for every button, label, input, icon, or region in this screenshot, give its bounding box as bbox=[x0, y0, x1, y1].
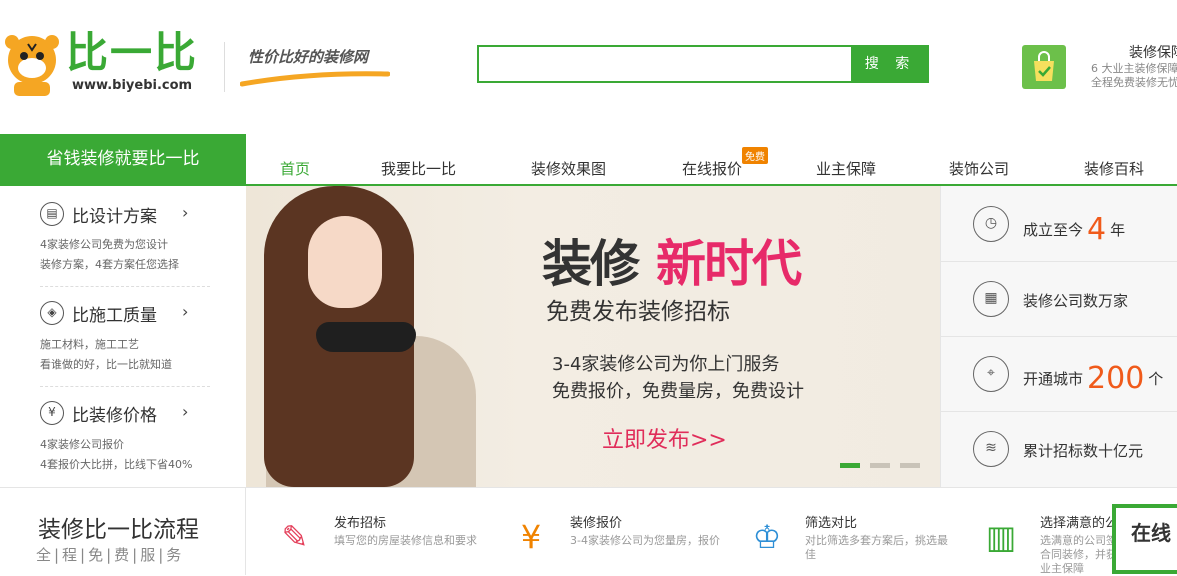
sidebar-desc-line: 看谁做的好，比一比就知道 bbox=[40, 358, 172, 371]
stat-text: 装修公司数万家 bbox=[1023, 292, 1129, 310]
process-subtitle: 全|程|免|费|服|务 bbox=[36, 546, 185, 564]
carousel-dot[interactable] bbox=[900, 463, 920, 468]
chevron-right-icon[interactable]: › bbox=[182, 402, 188, 421]
contract-icon: ▥ bbox=[985, 518, 1017, 556]
coins-icon: ≋ bbox=[973, 431, 1009, 467]
sidebar-item-quality[interactable]: 比施工质量 bbox=[72, 301, 157, 326]
sidebar-desc-line: 4套报价大比拼，比线下省40% bbox=[40, 458, 193, 471]
logo-url[interactable]: www.biyebi.com bbox=[72, 78, 192, 93]
shopping-bag-icon[interactable] bbox=[1022, 45, 1066, 89]
step-desc: 填写您的房屋装修信息和要求 bbox=[334, 534, 477, 547]
stat-row: ▦ 装修公司数万家 bbox=[941, 262, 1177, 337]
nav-slogan-tab[interactable]: 省钱装修就要比一比 bbox=[0, 134, 246, 186]
separator bbox=[40, 286, 210, 287]
carousel-dot[interactable] bbox=[840, 463, 860, 468]
yen-icon: ¥ bbox=[40, 401, 64, 425]
stat-label: 开通城市 bbox=[1023, 370, 1084, 388]
nav-item-wiki[interactable]: 装修百科 bbox=[1084, 158, 1144, 179]
sidebar: ▤ 比设计方案 › 4家装修公司免费为您设计 装修方案，4套方案任您选择 ◈ 比… bbox=[0, 186, 246, 487]
stat-unit: 个 bbox=[1148, 370, 1164, 388]
divider bbox=[245, 488, 246, 575]
nav-item-protection[interactable]: 业主保障 bbox=[816, 158, 876, 179]
building-icon: ▦ bbox=[973, 281, 1009, 317]
banner-title-part2: 新时代 bbox=[656, 235, 802, 293]
search-button[interactable]: 搜 索 bbox=[851, 45, 929, 83]
tiger-logo-icon[interactable] bbox=[2, 30, 62, 98]
banner-line: 免费报价，免费量房，免费设计 bbox=[552, 381, 804, 402]
sidebar-desc-line: 施工材料，施工工艺 bbox=[40, 338, 139, 351]
divider bbox=[224, 42, 225, 92]
guarantee-line: 6 大业主装修保障 bbox=[1091, 62, 1177, 75]
clock-icon: ◷ bbox=[973, 206, 1009, 242]
free-badge: 免费 bbox=[742, 147, 768, 164]
nav-item-quote[interactable]: 在线报价 bbox=[682, 158, 742, 179]
guarantee-title[interactable]: 装修保障 bbox=[1129, 42, 1177, 62]
banner-line: 3-4家装修公司为你上门服务 bbox=[552, 354, 780, 375]
sidebar-desc-line: 4家装修公司免费为您设计 bbox=[40, 238, 168, 251]
publish-now-link[interactable]: 立即发布>> bbox=[602, 422, 727, 454]
location-icon: ⌖ bbox=[973, 356, 1009, 392]
nav-item-companies[interactable]: 装饰公司 bbox=[949, 158, 1009, 179]
quote-icon: ¥ bbox=[520, 518, 542, 556]
nav-item-home[interactable]: 首页 bbox=[280, 158, 310, 179]
stat-number: 200 bbox=[1087, 361, 1145, 396]
sidebar-desc-line: 4家装修公司报价 bbox=[40, 438, 124, 451]
banner-photo-collar bbox=[316, 322, 416, 352]
logo-text[interactable]: 比一比 bbox=[66, 30, 198, 76]
stat-text: 累计招标数十亿元 bbox=[1023, 442, 1144, 460]
stat-row: ⌖ 开通城市 200 个 bbox=[941, 337, 1177, 412]
nav-item-gallery[interactable]: 装修效果图 bbox=[531, 158, 606, 179]
stat-number: 4 bbox=[1087, 212, 1107, 247]
sidebar-desc: 4家装修公司报价 4套报价大比拼，比线下省40% bbox=[40, 435, 192, 475]
process-section: 装修比一比流程 全|程|免|费|服|务 ✎ 发布招标 填写您的房屋装修信息和要求… bbox=[0, 487, 1177, 575]
banner-subtitle: 免费发布装修招标 bbox=[546, 299, 730, 325]
carousel-dot[interactable] bbox=[870, 463, 890, 468]
stat-text: 成立至今 4 年 bbox=[1023, 212, 1125, 247]
banner-title-part1: 装修 bbox=[542, 235, 640, 293]
edit-icon: ✎ bbox=[281, 518, 309, 556]
chevron-right-icon[interactable]: › bbox=[182, 302, 188, 321]
search-input[interactable] bbox=[477, 45, 851, 83]
stat-row: ◷ 成立至今 4 年 bbox=[941, 186, 1177, 262]
chevron-right-icon[interactable]: › bbox=[182, 203, 188, 222]
banner-photo-face bbox=[308, 216, 382, 308]
stat-label: 成立至今 bbox=[1023, 221, 1084, 239]
sidebar-desc: 施工材料，施工工艺 看谁做的好，比一比就知道 bbox=[40, 335, 172, 375]
diamond-icon: ◈ bbox=[40, 301, 64, 325]
sidebar-desc: 4家装修公司免费为您设计 装修方案，4套方案任您选择 bbox=[40, 235, 179, 275]
step-desc: 选满意的公司签合同装修，并获业主保障 bbox=[1040, 534, 1117, 575]
step-desc: 3-4家装修公司为您量房，报价 bbox=[570, 534, 720, 547]
sidebar-desc-line: 装修方案，4套方案任您选择 bbox=[40, 258, 179, 271]
guarantee-line: 全程免费装修无忧 bbox=[1091, 76, 1177, 89]
main-nav: 省钱装修就要比一比 首页 我要比一比 装修效果图 在线报价 免费 业主保障 装饰… bbox=[0, 134, 1177, 186]
separator bbox=[40, 386, 210, 387]
nav-item-compare[interactable]: 我要比一比 bbox=[381, 158, 456, 179]
stat-text: 开通城市 200 个 bbox=[1023, 361, 1163, 396]
online-service-label[interactable]: 在线 bbox=[1131, 517, 1171, 546]
header: 比一比 www.biyebi.com 性价比好的装修网 搜 索 装修保障 6 大… bbox=[0, 0, 1177, 134]
stats-panel: ◷ 成立至今 4 年 ▦ 装修公司数万家 ⌖ 开通城市 200 个 ≋ 累计招标数十亿元 bbox=[940, 186, 1177, 487]
process-title: 装修比一比流程 bbox=[38, 517, 199, 543]
step-desc: 对比筛选多套方案后，挑选最佳 bbox=[805, 534, 948, 561]
trophy-icon: ♔ bbox=[752, 518, 782, 556]
stat-row: ≋ 累计招标数十亿元 bbox=[941, 412, 1177, 487]
slogan: 性价比好的装修网 bbox=[248, 48, 369, 66]
hero-banner[interactable]: 装修 新时代 免费发布装修招标 3-4家装修公司为你上门服务 免费报价，免费量房… bbox=[246, 186, 940, 487]
slogan-swoosh-icon bbox=[240, 71, 390, 87]
guarantee-sub: 6 大业主装修保障 全程免费装修无忧 bbox=[1091, 62, 1177, 90]
sidebar-item-design[interactable]: 比设计方案 bbox=[72, 202, 157, 227]
step-title[interactable]: 装修报价 bbox=[570, 512, 622, 531]
step-title[interactable]: 筛选对比 bbox=[805, 512, 857, 531]
step-title[interactable]: 发布招标 bbox=[334, 512, 386, 531]
design-icon: ▤ bbox=[40, 202, 64, 226]
sidebar-item-price[interactable]: 比装修价格 bbox=[72, 401, 157, 426]
stat-unit: 年 bbox=[1110, 221, 1126, 239]
